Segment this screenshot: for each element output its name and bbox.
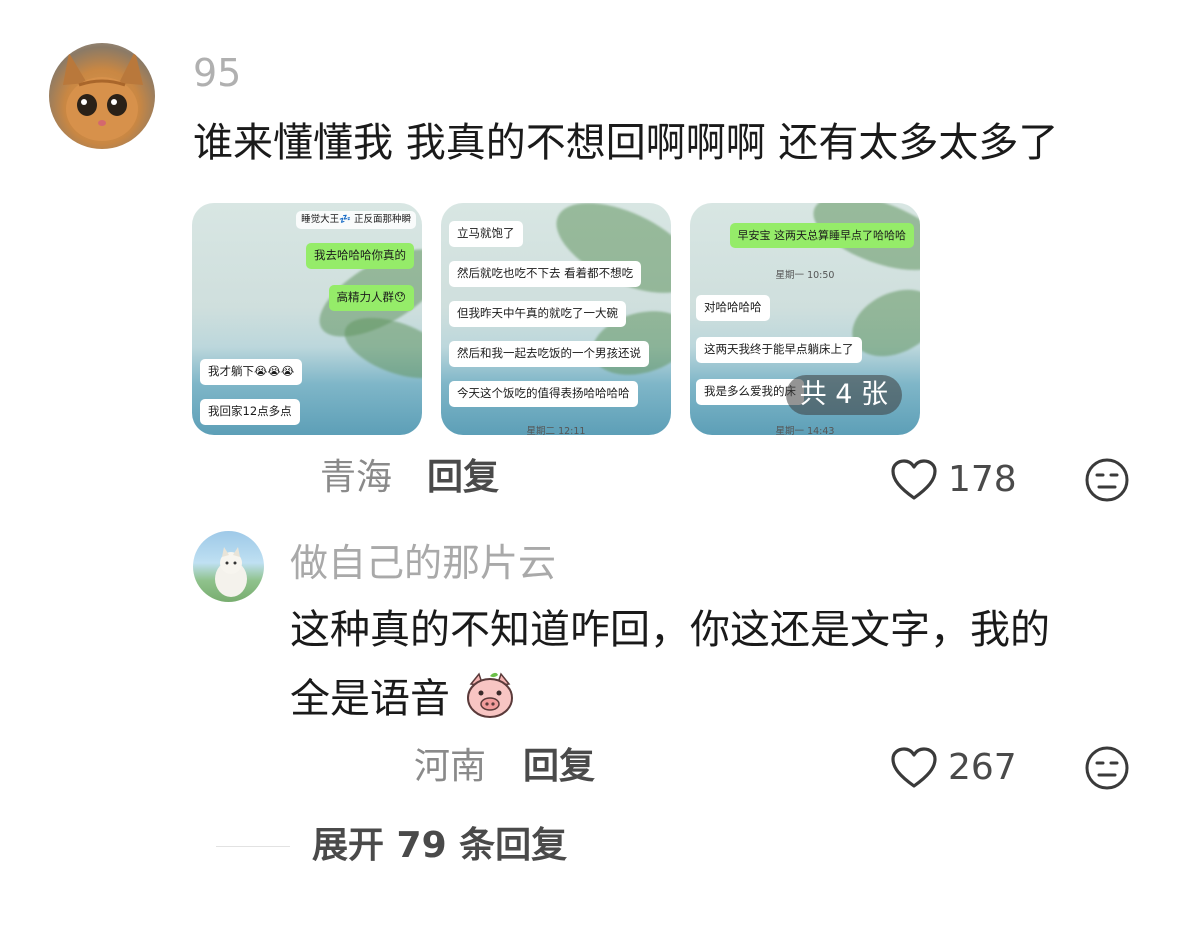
chat-bubble: 我去哈哈哈你真的	[306, 243, 414, 269]
comment-like-button[interactable]: 178	[890, 456, 1030, 504]
comment-image-2[interactable]: 立马就饱了 然后就吃也吃不下去 看着都不想吃 但我昨天中午真的就吃了一大碗 然后…	[441, 203, 671, 435]
chat-bubble: 对哈哈哈哈	[696, 295, 770, 321]
reply-like-button[interactable]: 267	[890, 744, 1030, 792]
meh-face-icon[interactable]	[1084, 745, 1130, 791]
comment-image-1[interactable]: 睡觉大王💤 正反面那种瞬 我去哈哈哈你真的 高精力人群😯 我才躺下😭😭😭 我回家…	[192, 203, 422, 435]
chat-bubble: 然后就吃也吃不下去 看着都不想吃	[449, 261, 642, 287]
reply-text-line-2: 全是语音	[290, 672, 517, 723]
cat-avatar-image	[215, 547, 247, 597]
image-count-badge[interactable]: 共 4 张	[785, 375, 902, 415]
reply-text-line-1: 这种真的不知道咋回，你这还是文字，我的	[290, 607, 1050, 653]
chat-bubble: 立马就饱了	[449, 221, 523, 247]
chat-header: 睡觉大王💤 正反面那种瞬	[296, 211, 416, 229]
reply-reply-button[interactable]: 回复	[523, 745, 595, 789]
pig-face-emoji	[466, 672, 513, 718]
replier-username[interactable]: 做自己的那片云	[290, 540, 556, 586]
chat-bubble: 高精力人群😯	[328, 285, 414, 311]
reply-location: 河南	[414, 746, 487, 787]
cat-avatar-image	[63, 51, 143, 141]
chat-timestamp: 星期一 10:50	[775, 270, 835, 281]
chat-bubble: 我回家12点多点	[200, 399, 300, 425]
commenter-avatar[interactable]	[49, 43, 155, 149]
comment-image-3[interactable]: 早安宝 这两天总算睡早点了哈哈哈 星期一 10:50 对哈哈哈哈 这两天我终于能…	[690, 203, 920, 435]
chat-timestamp: 星期二 12:11	[526, 426, 586, 435]
chat-bubble: 我才躺下😭😭😭	[200, 359, 303, 385]
meh-face-icon[interactable]	[1084, 457, 1130, 503]
comment-like-count: 178	[948, 459, 1017, 500]
reply-like-count: 267	[948, 747, 1017, 788]
comment-reply-button[interactable]: 回复	[427, 456, 499, 500]
reply-text-line-2-content: 全是语音	[290, 676, 450, 722]
replier-avatar[interactable]	[193, 531, 264, 602]
expand-divider	[216, 846, 290, 847]
expand-replies-button[interactable]: 展开 79 条回复	[312, 824, 567, 868]
chat-bubble: 早安宝 这两天总算睡早点了哈哈哈	[729, 223, 914, 248]
comment-text: 谁来懂懂我 我真的不想回啊啊啊 还有太多太多了	[193, 120, 1059, 166]
commenter-username[interactable]: 95	[193, 52, 241, 94]
heart-outline-icon	[891, 747, 937, 788]
chat-timestamp: 星期一 14:43	[775, 426, 835, 435]
chat-bubble: 但我昨天中午真的就吃了一大碗	[449, 301, 626, 327]
comment-location: 青海	[320, 457, 393, 498]
heart-outline-icon	[891, 459, 937, 500]
chat-bubble: 然后和我一起去吃饭的一个男孩还说	[449, 341, 649, 367]
chat-bubble: 今天这个饭吃的值得表扬哈哈哈哈	[449, 381, 638, 407]
chat-bubble: 这两天我终于能早点躺床上了	[696, 337, 862, 363]
